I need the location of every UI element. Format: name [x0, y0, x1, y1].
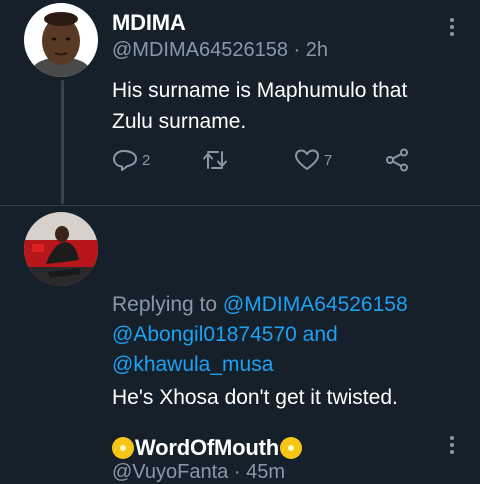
dvd-disc-icon — [280, 437, 303, 459]
handle-and-time[interactable]: @VuyoFanta · 45m — [112, 461, 285, 484]
mention-and[interactable]: and — [303, 323, 338, 346]
handle[interactable]: @VuyoFanta — [112, 461, 228, 483]
like-button[interactable]: 7 — [294, 148, 332, 172]
like-count: 7 — [324, 151, 333, 169]
heart-icon — [295, 149, 319, 170]
mention-link[interactable]: @MDIMA64526158 — [223, 293, 408, 316]
display-name[interactable]: WordOfMouth — [112, 435, 303, 461]
share-button[interactable] — [384, 148, 410, 172]
replying-to-label: Replying to — [112, 293, 218, 316]
display-name-text: WordOfMouth — [135, 435, 280, 460]
share-icon — [386, 148, 408, 172]
thread-connector — [61, 80, 64, 204]
avatar[interactable] — [24, 212, 98, 286]
timestamp[interactable]: 2h — [306, 39, 328, 61]
more-options-icon[interactable] — [450, 436, 454, 457]
handle[interactable]: @MDIMA64526158 — [112, 39, 288, 61]
reply-button[interactable]: 2 — [112, 148, 150, 172]
more-options-icon[interactable] — [450, 18, 454, 39]
action-bar: 2 7 — [112, 148, 412, 174]
reply-count: 2 — [142, 151, 151, 169]
mention-link[interactable]: @khawula_musa — [112, 353, 273, 376]
tweet-text: His surname is Maphumulo that Zulu surna… — [112, 79, 408, 133]
mention-link[interactable]: @Abongil01874570 — [112, 323, 297, 346]
display-name[interactable]: MDIMA — [112, 10, 186, 36]
retweet-icon — [203, 151, 227, 169]
replying-to: Replying to @MDIMA64526158 @Abongil01874… — [112, 290, 462, 380]
avatar[interactable] — [24, 3, 98, 77]
tweet-text: He's Xhosa don't get it twisted. — [112, 386, 398, 409]
dvd-disc-icon — [112, 437, 134, 459]
timestamp[interactable]: 45m — [246, 461, 285, 483]
retweet-button[interactable] — [202, 148, 228, 172]
reply-icon — [113, 150, 137, 171]
tweet[interactable]: MDIMA @MDIMA64526158 · 2h His surname is… — [0, 0, 480, 205]
handle-and-time[interactable]: @MDIMA64526158 · 2h — [112, 39, 328, 62]
